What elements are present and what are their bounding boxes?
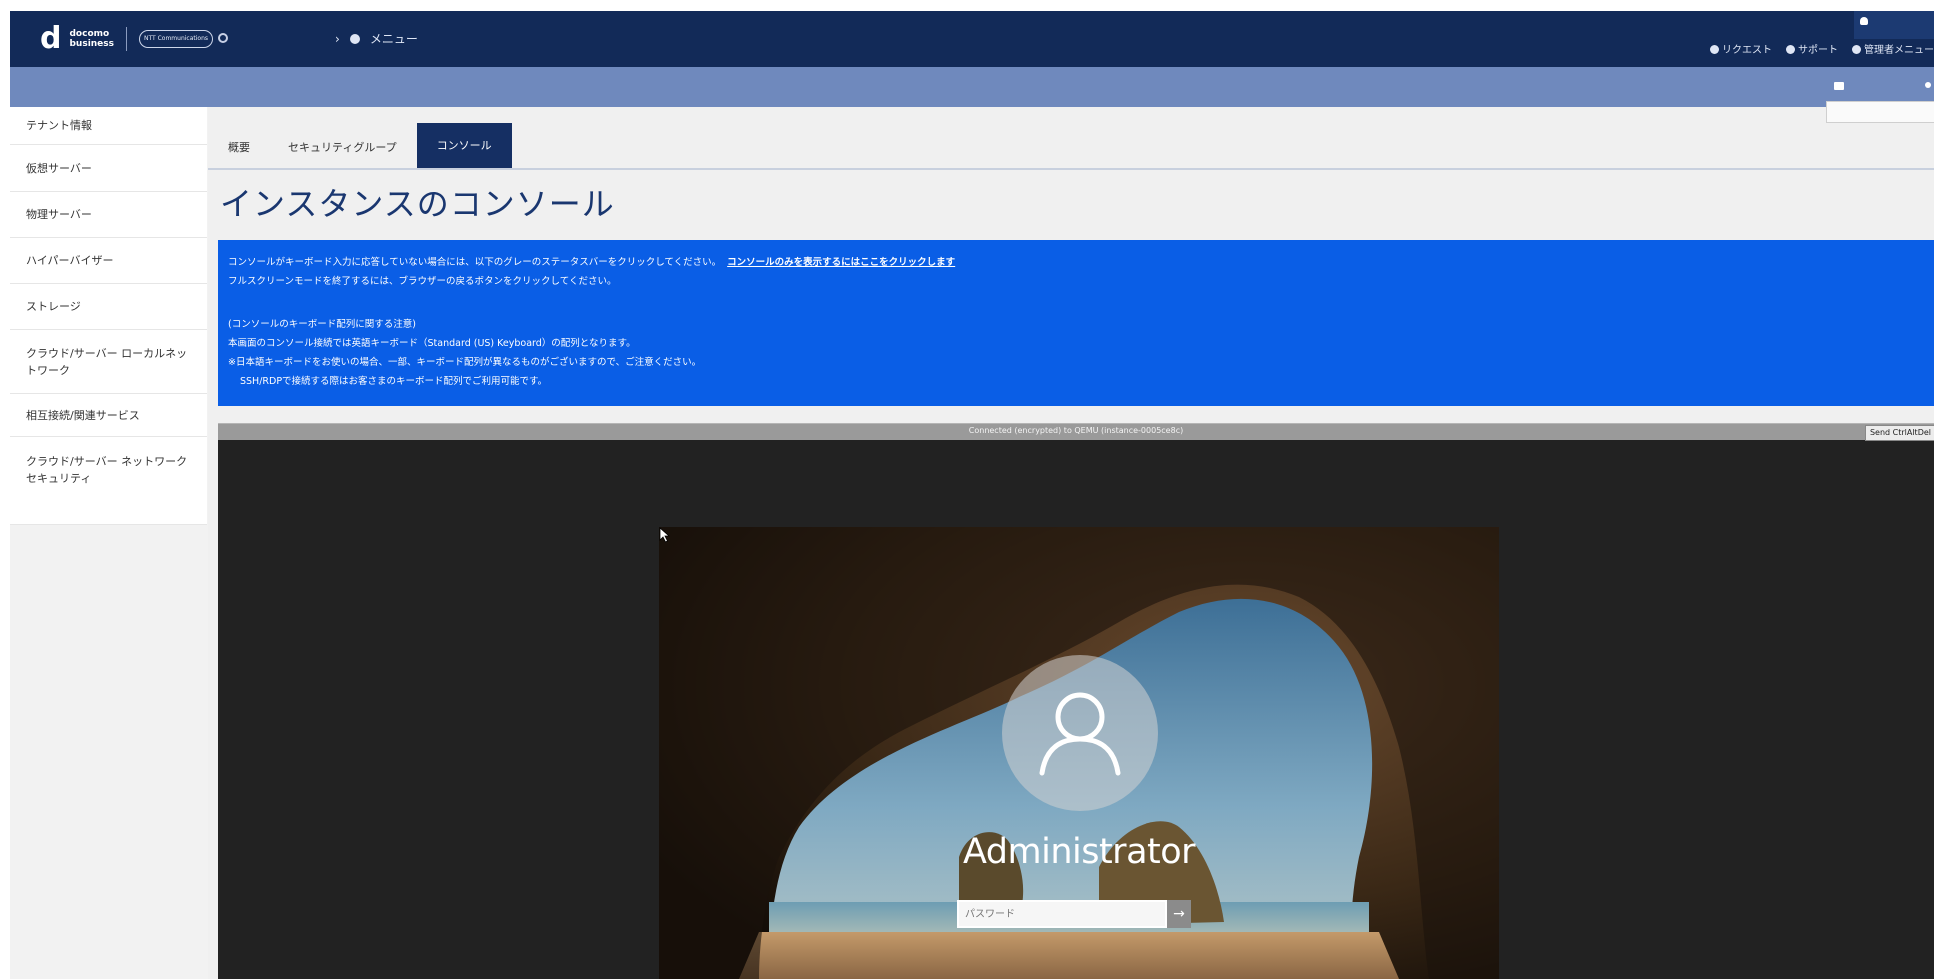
ntt-communications-logo: NTT Communications (139, 30, 214, 48)
sidebar-item-physical-server[interactable]: 物理サーバー (10, 192, 207, 238)
tab-bar: 概要 セキュリティグループ コンソール (208, 123, 512, 168)
notice-line-2: フルスクリーンモードを終了するには、ブラウザーの戻るボタンをクリックしてください… (228, 276, 617, 287)
notice-line-3: (コンソールのキーボード配列に関する注意) (228, 319, 416, 330)
tab-overview[interactable]: 概要 (210, 128, 268, 168)
request-link[interactable]: リクエスト (1710, 41, 1772, 56)
logo-line2: business (69, 39, 115, 49)
logo-mark: d (40, 21, 62, 56)
notice-line-1: コンソールがキーボード入力に応答していない場合には、以下のグレーのステータスバー… (228, 257, 956, 268)
docomo-business-logo[interactable]: d docomo business NTT Communications (40, 21, 214, 56)
user-avatar (1002, 655, 1158, 811)
page-title: インスタンスのコンソール (220, 185, 615, 223)
arrow-right-icon[interactable]: → (1167, 900, 1191, 928)
request-icon (1710, 45, 1719, 54)
breadcrumb-menu[interactable]: メニュー (370, 30, 418, 47)
mouse-pointer-icon (659, 527, 671, 543)
sidebar-menu: テナント情報 仮想サーバー 物理サーバー ハイパーバイザー ストレージ クラウド… (10, 107, 207, 525)
sub-header-bar (10, 67, 1934, 107)
console-status-bar[interactable]: Connected (encrypted) to QEMU (instance-… (218, 423, 1934, 441)
gear-icon (1852, 45, 1861, 54)
sidebar-item-local-network[interactable]: クラウド/サーバー ローカルネットワーク (10, 330, 207, 394)
notice-line-4: 本画面のコンソール接続では英語キーボード（Standard (US) Keybo… (228, 338, 636, 349)
support-link[interactable]: サポート (1786, 41, 1838, 56)
windows-login-screen[interactable]: Administrator → (659, 527, 1499, 979)
sidebar: テナント情報 仮想サーバー 物理サーバー ハイパーバイザー ストレージ クラウド… (10, 107, 208, 979)
gear-icon (349, 33, 360, 44)
notice-line-6: SSH/RDPで接続する際はお客さまのキーボード配列でご利用可能です。 (240, 376, 548, 387)
login-user-name: Administrator (962, 832, 1196, 872)
user-icon (1860, 17, 1868, 25)
sidebar-item-hypervisor[interactable]: ハイパーバイザー (10, 238, 207, 284)
user-icon (1039, 692, 1121, 776)
connection-status: Connected (encrypted) to QEMU (instance-… (968, 426, 1184, 435)
sidebar-item-tenant-info[interactable]: テナント情報 (10, 107, 207, 145)
admin-menu-link[interactable]: 管理者メニュー (1852, 41, 1934, 56)
support-icon (1786, 45, 1795, 54)
logo-text: docomo business (69, 29, 114, 49)
user-account-button[interactable] (1854, 11, 1934, 39)
chevron-right-icon: › (335, 31, 340, 46)
tab-console[interactable]: コンソール (416, 123, 512, 168)
sidebar-item-virtual-server[interactable]: 仮想サーバー (10, 145, 207, 192)
logo-divider (126, 27, 128, 51)
action-button[interactable] (1826, 101, 1934, 123)
send-ctrl-alt-del-button[interactable]: Send CtrlAltDel (1864, 425, 1934, 441)
browser-viewport: d docomo business NTT Communications › メ… (10, 11, 1934, 979)
sidebar-item-network-security[interactable]: クラウド/サーバー ネットワークセキュリティ (10, 437, 207, 525)
vnc-console[interactable]: Connected (encrypted) to QEMU (instance-… (218, 423, 1934, 979)
console-only-link[interactable]: コンソールのみを表示するにはここをクリックします (727, 257, 955, 268)
header-links: リクエスト サポート 管理者メニュー (1710, 41, 1934, 56)
logo-line1: docomo (69, 29, 110, 39)
status-icon[interactable] (1925, 82, 1931, 88)
breadcrumb: › メニュー (335, 30, 418, 47)
tab-security-group[interactable]: セキュリティグループ (270, 128, 415, 168)
notice-line-5: ※日本語キーボードをお使いの場合、一部、キーボード配列が異なるものがございますの… (228, 357, 702, 368)
sidebar-item-storage[interactable]: ストレージ (10, 284, 207, 330)
main-content: 概要 セキュリティグループ コンソール インスタンスのコンソール コンソールがキ… (208, 101, 1934, 979)
password-input[interactable] (957, 900, 1167, 928)
sidebar-item-interconnect[interactable]: 相互接続/関連サービス (10, 394, 207, 437)
region-icon[interactable] (218, 33, 228, 43)
top-header: d docomo business NTT Communications › メ… (10, 11, 1934, 67)
console-notice: コンソールがキーボード入力に応答していない場合には、以下のグレーのステータスバー… (218, 240, 1934, 406)
password-field-group: → (957, 900, 1191, 930)
tab-underline (208, 168, 1934, 170)
message-icon[interactable] (1834, 82, 1844, 90)
